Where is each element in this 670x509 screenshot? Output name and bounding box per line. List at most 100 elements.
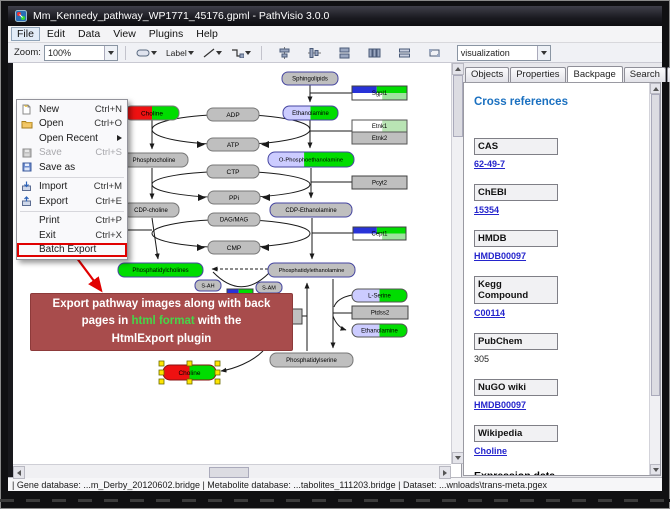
file-menu-item-print[interactable]: PrintCtrl+P — [17, 214, 127, 229]
pathway-node-etnk1[interactable]: Etnk1 — [352, 120, 407, 132]
pathway-node-dag-mag[interactable]: DAG/MAG — [208, 213, 260, 226]
scroll-left-button[interactable] — [13, 466, 25, 479]
tab-search[interactable]: Search — [624, 67, 666, 82]
file-menu-item-exit[interactable]: ExitCtrl+X — [17, 228, 127, 243]
pathway-node-cdp-choline[interactable]: CDP-choline — [123, 203, 179, 217]
menu-item-shortcut: Ctrl+P — [95, 215, 122, 226]
selection-handle[interactable] — [187, 361, 192, 366]
pathway-node-s-ah[interactable]: S-AH — [195, 280, 221, 291]
menu-view[interactable]: View — [107, 27, 142, 41]
label-dropdown-icon[interactable] — [188, 51, 194, 55]
datanode-tool-button[interactable] — [133, 46, 160, 60]
pathway-node-phosphocholine[interactable]: Phosphocholine — [120, 153, 188, 167]
file-menu-item-import[interactable]: ImportCtrl+M — [17, 180, 127, 195]
content-area: Sphingolipids Choline Ethanolamine ADP ATP Ph… — [8, 63, 662, 477]
xref-value: 305 — [474, 354, 489, 364]
label-tool-button[interactable]: Label — [163, 46, 197, 60]
tab-objects[interactable]: Objects — [465, 67, 509, 82]
menu-file[interactable]: File — [11, 27, 40, 41]
canvas-vertical-scrollbar[interactable] — [451, 63, 463, 464]
vertical-scroll-thumb[interactable] — [453, 75, 463, 137]
file-menu-item-open-recent[interactable]: Open Recent — [17, 131, 127, 146]
tab-properties[interactable]: Properties — [510, 67, 565, 82]
menu-edit[interactable]: Edit — [41, 27, 71, 41]
node-label-cdp-ethanolamine: CDP-Ethanolamine — [285, 208, 337, 214]
pathway-node-ethanolamine-top[interactable]: Ethanolamine — [283, 106, 338, 120]
file-menu-item-open[interactable]: OpenCtrl+O — [17, 117, 127, 132]
title-bar[interactable]: Mm_Kennedy_pathway_WP1771_45176.gpml - P… — [8, 6, 662, 26]
xref-link[interactable]: HMDB00097 — [474, 400, 526, 410]
pathway-node-s-am[interactable]: S-AM — [256, 282, 282, 293]
menu-help[interactable]: Help — [190, 27, 224, 41]
file-menu-item-new[interactable]: NewCtrl+N — [17, 102, 127, 117]
pathway-node-sphingolipids[interactable]: Sphingolipids — [282, 72, 338, 85]
pathway-node-l-serine[interactable]: L-Serine — [352, 289, 407, 302]
handles-button[interactable] — [425, 45, 444, 61]
pathway-node-ptdss2[interactable]: Ptdss2 — [352, 306, 408, 319]
expression-data-heading: Expression data — [474, 470, 660, 476]
selection-handle[interactable] — [159, 361, 164, 366]
datanode-dropdown-icon[interactable] — [151, 51, 157, 55]
selection-handle[interactable] — [215, 379, 220, 384]
pathway-node-phosphatidylserine[interactable]: Phosphatidylserine — [270, 353, 353, 367]
stack-vertical-button[interactable] — [335, 45, 354, 61]
sidebar-scroll-up-button[interactable] — [650, 83, 661, 94]
align-center-button[interactable] — [275, 45, 294, 61]
pathway-node-cdp-ethanolamine[interactable]: CDP-Ethanolamine — [270, 203, 352, 217]
node-label-choline-selected: Choline — [178, 370, 200, 377]
sidebar-scrollbar[interactable] — [649, 83, 660, 475]
selection-handle[interactable] — [159, 379, 164, 384]
common-size-button[interactable] — [395, 45, 414, 61]
file-menu-item-save[interactable]: SaveCtrl+S — [17, 146, 127, 161]
visualization-combobox[interactable]: visualization — [457, 45, 551, 61]
connector-dropdown-icon[interactable] — [245, 51, 251, 55]
stack-horizontal-button[interactable] — [365, 45, 384, 61]
xref-link[interactable]: Choline — [474, 446, 507, 456]
pathway-node-phosphatidylethanolamine[interactable]: Phosphatidylethanolamine — [268, 263, 355, 277]
zoom-combobox[interactable]: 100% — [44, 45, 118, 61]
visualization-dropdown-icon[interactable] — [537, 46, 550, 60]
selection-handle[interactable] — [159, 370, 164, 375]
zoom-value: 100% — [45, 48, 104, 58]
canvas-horizontal-scrollbar[interactable] — [13, 464, 451, 478]
selection-handle[interactable] — [187, 379, 192, 384]
selection-handle[interactable] — [215, 361, 220, 366]
pathway-node-pcyt2[interactable]: Pcyt2 — [352, 176, 407, 189]
line-tool-button[interactable] — [200, 46, 225, 60]
xref-link[interactable]: HMDB00097 — [474, 251, 526, 261]
xref-database-name: NuGO wiki — [474, 379, 558, 396]
menu-plugins[interactable]: Plugins — [143, 27, 189, 41]
pathway-node-o-phosphoethanolamine[interactable]: O-Phosphoethanolamine — [268, 152, 354, 167]
pathway-node-phosphatidylcholines[interactable]: Phosphatidylcholines — [118, 263, 203, 277]
horizontal-scroll-thumb[interactable] — [209, 467, 249, 478]
file-menu-item-batch-export[interactable]: Batch Export — [17, 243, 127, 258]
connector-tool-button[interactable] — [228, 46, 254, 60]
pathway-node-cmp[interactable]: CMP — [208, 241, 260, 254]
line-dropdown-icon[interactable] — [216, 51, 222, 55]
pathway-node-sgpl1[interactable]: Sgpl1 — [352, 86, 407, 100]
xref-link[interactable]: 15354 — [474, 205, 499, 215]
pathway-node-ppi[interactable]: PPi — [208, 191, 260, 204]
xref-link[interactable]: C00114 — [474, 308, 505, 318]
scroll-up-button[interactable] — [452, 63, 464, 75]
menu-data[interactable]: Data — [72, 27, 106, 41]
sidebar-tabs: ObjectsPropertiesBackpageSearchLegend — [462, 63, 662, 82]
pathway-node-adp[interactable]: ADP — [207, 108, 259, 121]
xref-link[interactable]: 62-49-7 — [474, 159, 505, 169]
sidebar-scroll-down-button[interactable] — [650, 464, 661, 475]
pathway-node-ethanolamine-bottom[interactable]: Ethanolamine — [352, 324, 407, 337]
align-middle-button[interactable] — [305, 45, 324, 61]
pathway-node-choline-selected[interactable]: Choline — [159, 361, 220, 384]
scroll-right-button[interactable] — [439, 466, 451, 479]
selection-handle[interactable] — [215, 370, 220, 375]
sidebar-scroll-thumb[interactable] — [651, 94, 660, 396]
zoom-dropdown-icon[interactable] — [104, 46, 117, 60]
file-menu-item-save-as[interactable]: Save as — [17, 160, 127, 175]
file-menu-item-export[interactable]: ExportCtrl+E — [17, 194, 127, 209]
pathway-node-cept1[interactable]: Cept1 — [353, 227, 406, 240]
pathway-node-choline-top[interactable]: Choline — [125, 106, 179, 120]
pathway-node-atp[interactable]: ATP — [207, 138, 259, 151]
pathway-node-ctp[interactable]: CTP — [207, 165, 259, 178]
tab-backpage[interactable]: Backpage — [567, 66, 623, 83]
pathway-node-etnk2[interactable]: Etnk2 — [352, 132, 407, 144]
